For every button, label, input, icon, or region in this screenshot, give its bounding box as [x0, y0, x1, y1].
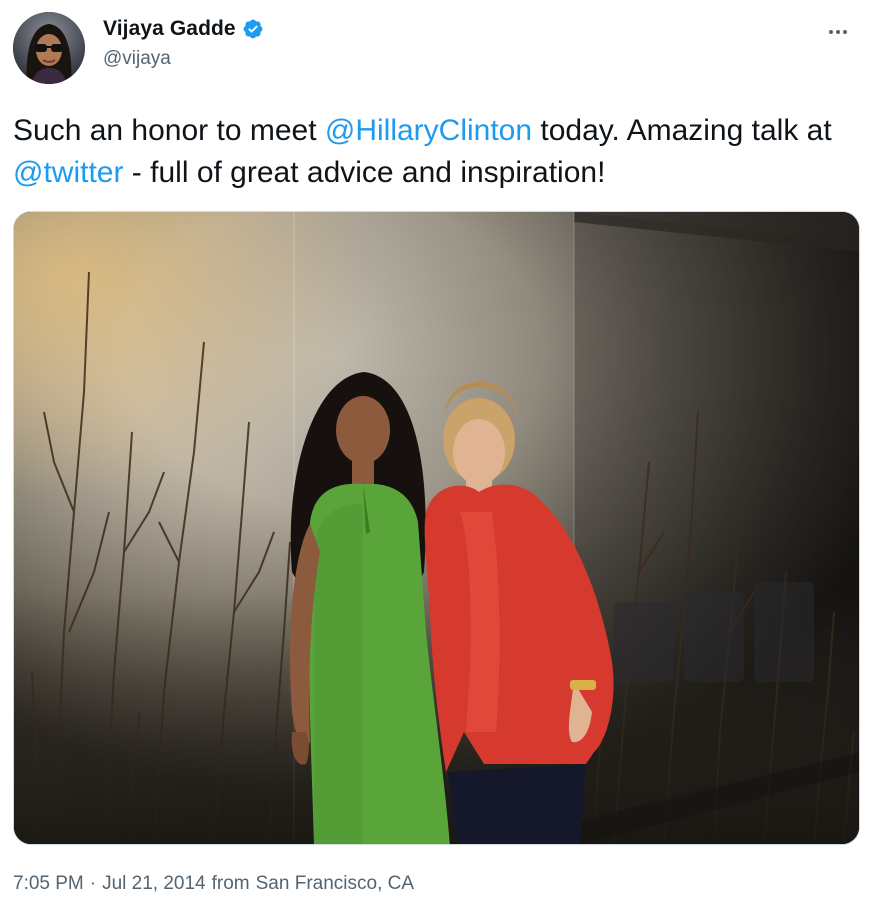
- tweet-metadata: 7:05 PM · Jul 21, 2014 from San Francisc…: [13, 873, 414, 895]
- tweet-photo[interactable]: [13, 211, 860, 845]
- verified-badge-icon: [242, 18, 264, 40]
- mention-link-twitter[interactable]: @twitter: [13, 156, 123, 189]
- tweet-text-part: today. Amazing talk at: [532, 114, 832, 147]
- tweet-time[interactable]: 7:05 PM: [13, 873, 84, 895]
- avatar[interactable]: [13, 12, 85, 84]
- tweet-text-part: - full of great advice and inspiration!: [123, 156, 606, 189]
- author-block: Vijaya Gadde @vijaya: [103, 16, 264, 70]
- tweet-text: Such an honor to meet @HillaryClinton to…: [13, 110, 853, 194]
- location-prefix: from: [211, 873, 250, 894]
- tweet-location[interactable]: San Francisco, CA: [256, 873, 414, 895]
- tweet-date[interactable]: Jul 21, 2014: [102, 873, 206, 895]
- meta-separator: ·: [89, 873, 97, 894]
- more-options-icon[interactable]: [820, 22, 856, 42]
- mention-link-hillaryclinton[interactable]: @HillaryClinton: [325, 114, 532, 147]
- tweet-text-part: Such an honor to meet: [13, 114, 325, 147]
- author-handle[interactable]: @vijaya: [103, 48, 264, 70]
- tweet-card: Vijaya Gadde @vijaya Such an honor to me…: [0, 0, 870, 912]
- author-display-name[interactable]: Vijaya Gadde: [103, 17, 236, 41]
